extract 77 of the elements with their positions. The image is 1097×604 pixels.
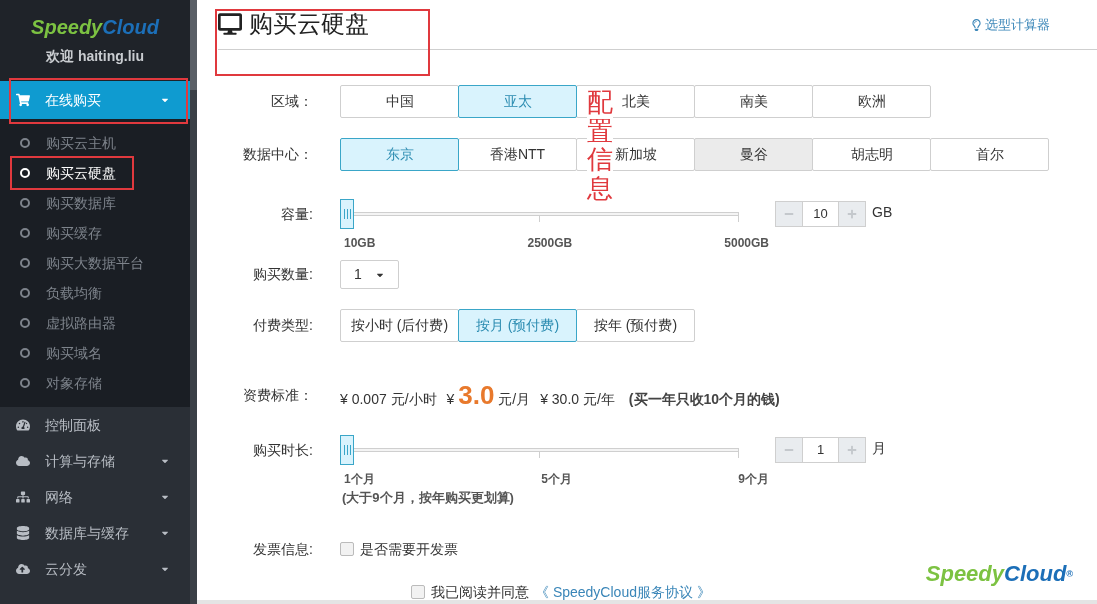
dashboard-icon	[16, 418, 30, 432]
price-text: ¥ 0.007 元/小时	[340, 390, 437, 410]
option-button[interactable]: 胡志明	[812, 138, 931, 172]
menu-item[interactable]: 控制面板	[0, 407, 190, 443]
option-button[interactable]: 东京	[340, 138, 459, 172]
stepper-field[interactable]: 1	[775, 437, 866, 464]
calculator-link[interactable]: 选型计算器	[971, 14, 1050, 35]
cloud-icon	[16, 454, 30, 468]
price-text: ¥ 30.0 元/年	[540, 390, 615, 410]
tick-label: 9个月	[738, 471, 769, 489]
menu-item[interactable]: 计算与存储	[0, 443, 190, 479]
lightbulb-icon	[971, 18, 982, 31]
welcome-text: 欢迎 haiting.liu	[46, 47, 144, 66]
field-label: 购买数量:	[252, 265, 314, 285]
submenu-item[interactable]: 购买数据库	[0, 188, 190, 218]
slider-handle[interactable]	[340, 435, 354, 466]
checkbox[interactable]	[411, 584, 425, 599]
submenu-item[interactable]: 购买缓存	[0, 218, 190, 248]
field-label: 发票信息:	[252, 539, 314, 559]
submenu-item[interactable]: 购买云硬盘	[0, 158, 190, 188]
logo: SpeedyCloud$^{®}$	[925, 560, 1073, 588]
unit-label: 月	[872, 438, 886, 458]
hint-text: (买一年只收10个月的钱)	[628, 390, 780, 410]
option-button[interactable]: 首尔	[930, 138, 1049, 172]
submenu-item[interactable]: 对象存储	[0, 368, 190, 398]
minus-icon[interactable]	[776, 438, 802, 463]
monitor-icon	[218, 12, 242, 35]
submenu-item[interactable]: 购买云主机	[0, 128, 190, 158]
plus-icon[interactable]	[839, 438, 865, 463]
checkbox[interactable]	[340, 542, 354, 557]
annotation-text: 配置信息	[587, 88, 613, 203]
tick-label: 10GB	[344, 235, 376, 253]
slider[interactable]	[340, 199, 739, 230]
tick-label: 1个月	[344, 471, 375, 489]
logo: SpeedyCloud	[31, 15, 159, 40]
menu-item[interactable]: 数据库与缓存	[0, 515, 190, 551]
unit-label: GB	[872, 202, 893, 222]
submenu-item[interactable]: 购买域名	[0, 338, 190, 368]
field-label: 购买时长:	[252, 440, 314, 460]
option-button[interactable]: 按月 (预付费)	[458, 309, 577, 343]
stepper-field[interactable]: 10	[775, 201, 866, 228]
field-label: 数据中心：	[242, 145, 314, 165]
field-label: 资费标准：	[242, 386, 314, 406]
field-label: 付费类型:	[252, 316, 314, 336]
field-label: 容量:	[280, 204, 314, 224]
submenu-item[interactable]: 虚拟路由器	[0, 308, 190, 338]
checkbox-label: 是否需要开发票	[360, 539, 458, 559]
agreement-link[interactable]: 《 SpeedyCloud服务协议 》	[535, 583, 711, 600]
cart-icon	[16, 93, 30, 107]
option-button[interactable]: 南美	[694, 85, 813, 119]
slider[interactable]	[340, 435, 739, 466]
cloud-upload-icon	[16, 562, 30, 576]
tick-label: 5000GB	[724, 235, 769, 253]
database-icon	[16, 526, 30, 540]
option-button[interactable]: 按小时 (后付费)	[340, 309, 459, 343]
field-label: 区域：	[270, 92, 314, 112]
menu-item[interactable]: 云分发	[0, 551, 190, 587]
option-button[interactable]: 曼谷	[694, 138, 813, 172]
page-title: 购买云硬盘	[218, 5, 369, 42]
sitemap-icon	[16, 490, 30, 504]
hint-text: (大于9个月，按年购买更划算)	[342, 489, 515, 508]
slider-handle[interactable]	[340, 199, 354, 230]
tick-label: 5个月	[541, 471, 572, 489]
option-button[interactable]: 欧洲	[812, 85, 931, 119]
plus-icon[interactable]	[839, 202, 865, 227]
menu-item[interactable]: 网络	[0, 479, 190, 515]
submenu-item[interactable]: 负载均衡	[0, 278, 190, 308]
price-text: ¥3.0 元/月	[446, 379, 531, 413]
submenu-item[interactable]: 购买大数据平台	[0, 248, 190, 278]
quantity-select[interactable]: 1	[340, 260, 399, 290]
option-button[interactable]: 亚太	[458, 85, 577, 119]
option-button[interactable]: 按年 (预付费)	[576, 309, 695, 343]
checkbox-label: 我已阅读并同意	[431, 583, 529, 600]
option-button[interactable]: 香港NTT	[458, 138, 577, 172]
tick-label: 2500GB	[527, 235, 573, 253]
option-button[interactable]: 中国	[340, 85, 459, 119]
minus-icon[interactable]	[776, 202, 802, 227]
